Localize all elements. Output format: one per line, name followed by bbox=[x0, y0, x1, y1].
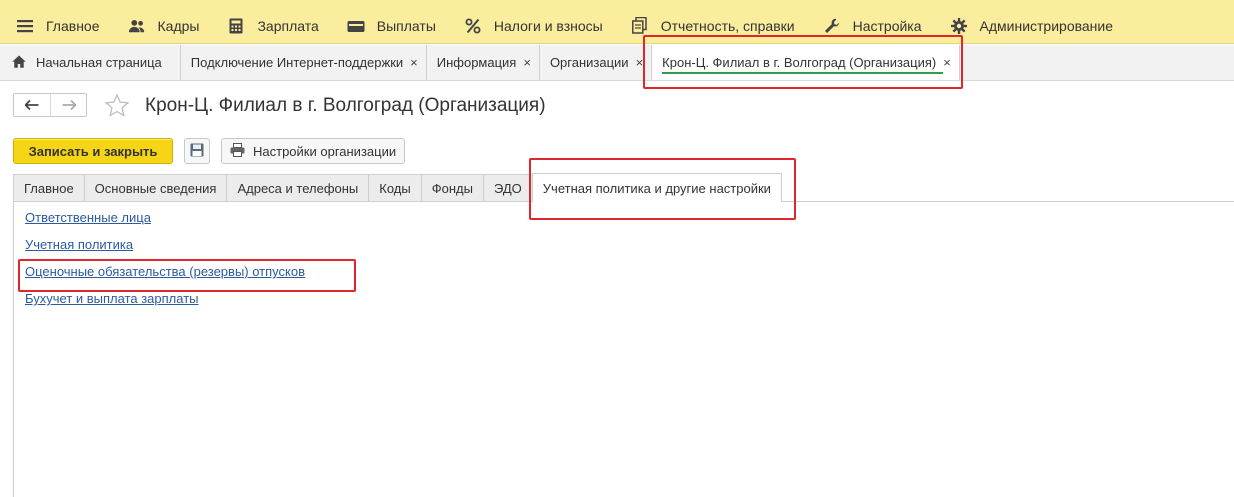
open-windows-tabs: Начальная страница Подключение Интернет-… bbox=[0, 45, 1234, 81]
tab-addresses-phones[interactable]: Адреса и телефоны bbox=[226, 174, 370, 202]
link-responsible-persons[interactable]: Ответственные лица bbox=[25, 210, 305, 226]
link-vacation-reserves[interactable]: Оценочные обязательства (резервы) отпуск… bbox=[25, 264, 305, 280]
menu-item-settings[interactable]: Настройка bbox=[807, 12, 934, 40]
window-tab-organization-card[interactable]: Крон-Ц. Филиал в г. Волгоград (Организац… bbox=[652, 45, 960, 80]
people-icon bbox=[128, 17, 146, 35]
menu-item-payments[interactable]: Выплаты bbox=[331, 12, 448, 40]
floppy-icon bbox=[190, 143, 204, 160]
navigation-buttons bbox=[13, 93, 87, 117]
organization-settings-button[interactable]: Настройки организации bbox=[221, 138, 405, 164]
link-accounting-policy[interactable]: Учетная политика bbox=[25, 237, 305, 253]
content-left-border bbox=[13, 201, 14, 497]
settings-links: Ответственные лица Учетная политика Оцен… bbox=[25, 210, 305, 318]
window-tab-label: Подключение Интернет-поддержки bbox=[190, 55, 404, 70]
tab-accounting-policy[interactable]: Учетная политика и другие настройки bbox=[531, 173, 782, 202]
star-icon[interactable] bbox=[104, 93, 130, 119]
window-tab-label: Крон-Ц. Филиал в г. Волгоград (Организац… bbox=[662, 55, 937, 70]
wrench-icon bbox=[823, 17, 841, 35]
wallet-icon bbox=[347, 17, 365, 35]
menu-item-salary[interactable]: Зарплата bbox=[211, 12, 330, 40]
window-tab-label: Начальная страница bbox=[36, 55, 162, 70]
percent-icon bbox=[464, 17, 482, 35]
window-tab-home[interactable]: Начальная страница bbox=[0, 45, 181, 80]
menu-item-staff[interactable]: Кадры bbox=[112, 12, 212, 40]
menu-item-label: Кадры bbox=[157, 17, 200, 34]
form-tabs: Главное Основные сведения Адреса и телеф… bbox=[13, 173, 782, 202]
close-icon[interactable]: × bbox=[636, 55, 644, 70]
menu-item-main[interactable]: Главное bbox=[0, 12, 112, 40]
printer-icon bbox=[230, 142, 245, 160]
window-tab-internet-support[interactable]: Подключение Интернет-поддержки × bbox=[180, 45, 427, 80]
close-icon[interactable]: × bbox=[943, 55, 951, 70]
tab-main[interactable]: Главное bbox=[13, 174, 85, 202]
tab-basic-info[interactable]: Основные сведения bbox=[83, 174, 228, 202]
active-tab-underline bbox=[662, 72, 943, 74]
menu-item-label: Отчетность, справки bbox=[660, 17, 795, 34]
window-tab-label: Организации bbox=[549, 55, 629, 70]
menu-item-label: Администрирование bbox=[979, 17, 1114, 34]
menu-item-label: Налоги и взносы bbox=[493, 17, 603, 34]
close-icon[interactable]: × bbox=[523, 55, 531, 70]
hamburger-icon bbox=[16, 17, 34, 35]
close-icon[interactable]: × bbox=[410, 55, 418, 70]
save-and-close-button[interactable]: Записать и закрыть bbox=[13, 138, 173, 164]
link-payroll-accounting[interactable]: Бухучет и выплата зарплаты bbox=[25, 291, 305, 307]
menu-item-label: Зарплата bbox=[257, 17, 319, 34]
main-menu-bar: Главное Кадры Зарплата Выплаты Налоги и … bbox=[0, 0, 1234, 44]
window-tab-information[interactable]: Информация × bbox=[426, 45, 540, 80]
back-button[interactable] bbox=[14, 94, 50, 116]
menu-item-reports[interactable]: Отчетность, справки bbox=[615, 12, 807, 40]
menu-item-label: Выплаты bbox=[376, 17, 436, 34]
arrow-left-icon bbox=[24, 98, 39, 113]
menu-item-label: Настройка bbox=[852, 17, 922, 34]
tab-codes[interactable]: Коды bbox=[368, 174, 422, 202]
gear-icon bbox=[950, 17, 968, 35]
calculator-icon bbox=[227, 17, 245, 35]
home-icon bbox=[12, 55, 26, 71]
menu-item-label: Главное bbox=[46, 17, 100, 34]
organization-settings-label: Настройки организации bbox=[253, 143, 397, 159]
save-button[interactable] bbox=[184, 138, 210, 164]
window-tab-label: Информация bbox=[436, 55, 517, 70]
arrow-right-icon bbox=[62, 98, 77, 113]
menu-item-taxes[interactable]: Налоги и взносы bbox=[448, 12, 615, 40]
forward-button[interactable] bbox=[50, 94, 86, 116]
tab-edo[interactable]: ЭДО bbox=[482, 174, 533, 202]
menu-item-administration[interactable]: Администрирование bbox=[934, 12, 1126, 40]
page-title: Крон-Ц. Филиал в г. Волгоград (Организац… bbox=[145, 95, 546, 116]
tab-funds[interactable]: Фонды bbox=[420, 174, 484, 202]
documents-icon bbox=[631, 17, 649, 35]
window-tab-organizations[interactable]: Организации × bbox=[539, 45, 653, 80]
app-window: Главное Кадры Зарплата Выплаты Налоги и … bbox=[0, 0, 1234, 497]
